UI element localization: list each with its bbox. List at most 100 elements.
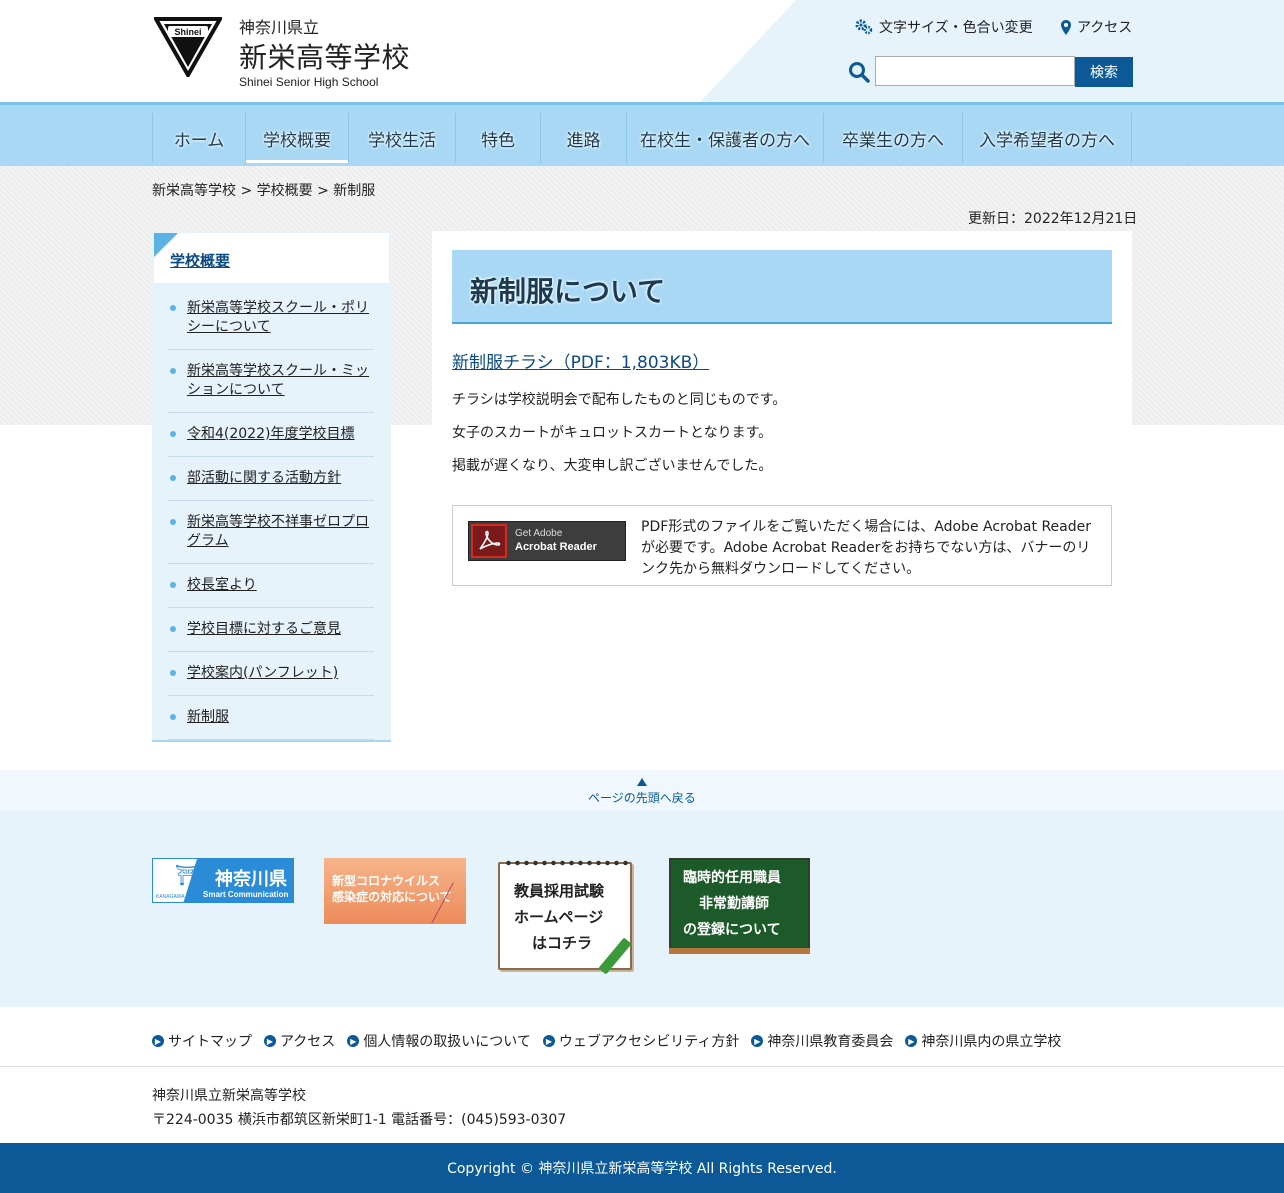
acrobat-icon [471, 524, 507, 558]
banner-line1: 新型コロナウイルス [332, 874, 441, 888]
sidebar-list: 新栄高等学校スクール・ポリシーについて 新栄高等学校スクール・ミッションについて… [168, 287, 374, 740]
school-name[interactable]: 新栄高等学校 [239, 36, 410, 76]
page-top-bar: ページの先頭へ戻る [0, 770, 1284, 810]
kanagawa-emblem-icon: ⛩ [175, 863, 201, 887]
breadcrumb[interactable]: 新栄高等学校 > 学校概要 > 新制服 [152, 180, 375, 200]
banner-title: 神奈川県 [215, 869, 287, 890]
bullet-dot [170, 519, 176, 525]
sidebar-item-club-policy: 部活動に関する活動方針 [168, 457, 374, 501]
search-input[interactable] [875, 56, 1075, 86]
font-color-settings-label: 文字サイズ・色合い変更 [879, 20, 1033, 36]
footer-link-label: 神奈川県内の県立学校 [921, 1034, 1062, 1050]
acrobat-notice: Get Adobe Acrobat Reader PDF形式のファイルをご覧いた… [452, 505, 1112, 586]
nav-item-about[interactable]: 学校概要 [245, 113, 348, 163]
svg-text:Shinei: Shinei [174, 27, 201, 37]
school-address: 神奈川県立新栄高等学校 〒224-0035 横浜市都筑区新栄町1-1 電話番号：… [152, 1084, 566, 1132]
sidebar-item-link[interactable]: 新制服 [187, 709, 229, 725]
acrobat-description: PDF形式のファイルをご覧いただく場合には、Adobe Acrobat Read… [641, 519, 1092, 577]
access-link[interactable]: アクセス [1061, 17, 1132, 37]
back-to-top-link[interactable]: ページの先頭へ戻る [588, 789, 696, 806]
footer-links: ▶ サイトマップ ▶ アクセス ▶ 個人情報の取扱いについて ▶ ウェブアクセシビリティ… [152, 1031, 1061, 1051]
global-nav-items: ホーム 学校概要 学校生活 特色 進路 在校生・保護者の方へ 卒業生の方へ 入学… [152, 113, 1132, 163]
footer-link-label: アクセス [280, 1034, 336, 1050]
bullet-dot [170, 368, 176, 374]
page-title: 新制服について [470, 275, 666, 308]
teacher-exam-banner[interactable]: 教員採用試験 ホームページ はコチラ [496, 858, 640, 974]
sidebar-header: 学校概要 [154, 233, 389, 283]
sidebar: 学校概要 新栄高等学校スクール・ポリシーについて 新栄高等学校スクール・ミッショ… [152, 231, 391, 742]
acrobat-banner-line1: Get Adobe [515, 528, 563, 539]
nav-item-graduates[interactable]: 卒業生の方へ [823, 113, 962, 163]
school-prefecture: 神奈川県立 [239, 18, 320, 37]
chevron-right-icon: ▶ [905, 1035, 918, 1047]
nav-item-prospective[interactable]: 入学希望者の方へ [962, 113, 1132, 163]
sidebar-item-principal: 校長室より [168, 564, 374, 608]
sidebar-item-new-uniform: 新制服 [168, 696, 374, 740]
nav-item-features[interactable]: 特色 [455, 113, 540, 163]
acrobat-banner-line2: Acrobat Reader [515, 541, 597, 553]
footer-link-label: ウェブアクセシビリティ方針 [558, 1034, 740, 1050]
sidebar-item-link[interactable]: 新栄高等学校スクール・ミッションについて [187, 363, 369, 398]
sidebar-item-link[interactable]: 新栄高等学校スクール・ポリシーについて [187, 300, 369, 335]
global-nav: ホーム 学校概要 学校生活 特色 進路 在校生・保護者の方へ 卒業生の方へ 入学… [0, 102, 1284, 166]
banner-line2: 非常勤講師 [699, 896, 769, 912]
chalkboard-ledge [669, 948, 810, 954]
sidebar-title-link[interactable]: 学校概要 [170, 250, 230, 271]
sidebar-item-zero-misconduct: 新栄高等学校不祥事ゼロプログラム [168, 501, 374, 564]
updated-date: 更新日：2022年12月21日 [968, 211, 1138, 227]
footer-link-board-of-education[interactable]: ▶ 神奈川県教育委員会 [751, 1031, 893, 1051]
sidebar-item-link[interactable]: 新栄高等学校不祥事ゼロプログラム [187, 514, 369, 549]
sidebar-item-link[interactable]: 校長室より [187, 577, 257, 593]
sidebar-item-pamphlet: 学校案内(パンフレット) [168, 652, 374, 696]
chevron-right-icon: ▶ [152, 1035, 164, 1047]
nav-item-home[interactable]: ホーム [152, 113, 245, 163]
search-icon [849, 62, 870, 83]
chevron-right-icon: ▶ [347, 1035, 360, 1047]
bullet-dot [170, 626, 176, 632]
arrow-up-icon [637, 778, 647, 786]
banner-line3: の登録について [683, 922, 781, 938]
temporary-staff-banner[interactable]: 臨時的任用職員 非常勤講師 の登録について [669, 858, 810, 955]
main-content: 新制服について 新制服チラシ（PDF：1,803KB） チラシは学校説明会で配布… [432, 231, 1132, 631]
sidebar-item-link[interactable]: 学校案内(パンフレット) [187, 665, 338, 681]
sidebar-item-link[interactable]: 令和4(2022)年度学校目標 [187, 426, 354, 442]
sidebar-item-opinions: 学校目標に対するご意見 [168, 608, 374, 652]
bullet-dot [170, 670, 176, 676]
footer-link-access[interactable]: ▶ アクセス [264, 1031, 335, 1051]
get-acrobat-reader-banner[interactable]: Get Adobe Acrobat Reader [468, 521, 626, 561]
page-title-box: 新制服について [452, 250, 1112, 324]
school-logo[interactable]: Shinei [154, 17, 222, 77]
chevron-right-icon: ▶ [264, 1035, 276, 1047]
sidebar-item-link[interactable]: 学校目標に対するご意見 [187, 621, 341, 637]
nav-item-students-parents[interactable]: 在校生・保護者の方へ [626, 113, 823, 163]
site-header: Shinei 神奈川県立 新栄高等学校 Shinei Senior High S… [0, 0, 1284, 102]
kanagawa-prefecture-banner[interactable]: ⛩ 神奈川県 Smart Communication KANAGAWA [152, 858, 294, 903]
footer-link-label: 個人情報の取扱いについて [363, 1034, 531, 1050]
font-color-settings-link[interactable]: 文字サイズ・色合い変更 [855, 17, 1033, 37]
banner-small-text: KANAGAWA [156, 894, 185, 900]
footer-link-label: 神奈川県教育委員会 [767, 1034, 894, 1050]
gear-icon [855, 19, 873, 35]
footer-link-privacy[interactable]: ▶ 個人情報の取扱いについて [347, 1031, 531, 1051]
footer-link-accessibility[interactable]: ▶ ウェブアクセシビリティ方針 [542, 1031, 740, 1051]
nav-item-career[interactable]: 進路 [540, 113, 626, 163]
banner-line2: 感染症の対応について [332, 890, 452, 904]
uniform-flyer-pdf-link[interactable]: 新制服チラシ（PDF：1,803KB） [452, 348, 709, 373]
banner-line1: 臨時的任用職員 [683, 870, 781, 886]
sidebar-item-link[interactable]: 部活動に関する活動方針 [187, 470, 341, 486]
footer-link-sitemap[interactable]: ▶ サイトマップ [152, 1031, 252, 1051]
sidebar-item-school-mission: 新栄高等学校スクール・ミッションについて [168, 350, 374, 413]
bullet-dot [170, 475, 176, 481]
chevron-right-icon: ▶ [542, 1035, 555, 1047]
banner-line1: 教員採用試験 [514, 882, 605, 900]
header-decoration [700, 0, 1284, 102]
footer-link-prefectural-schools[interactable]: ▶ 神奈川県内の県立学校 [905, 1031, 1061, 1051]
covid-response-banner[interactable]: 新型コロナウイルス 感染症の対応について [324, 858, 466, 924]
banner-line2: ホームページ [514, 908, 604, 926]
footer-links-bar: ▶ サイトマップ ▶ アクセス ▶ 個人情報の取扱いについて ▶ ウェブアクセシビリティ… [0, 1007, 1284, 1067]
bullet-dot [170, 305, 176, 311]
nav-item-school-life[interactable]: 学校生活 [348, 113, 455, 163]
search-button[interactable]: 検索 [1075, 57, 1133, 87]
address-school-name: 神奈川県立新栄高等学校 [152, 1088, 306, 1104]
bullet-dot [170, 431, 176, 437]
